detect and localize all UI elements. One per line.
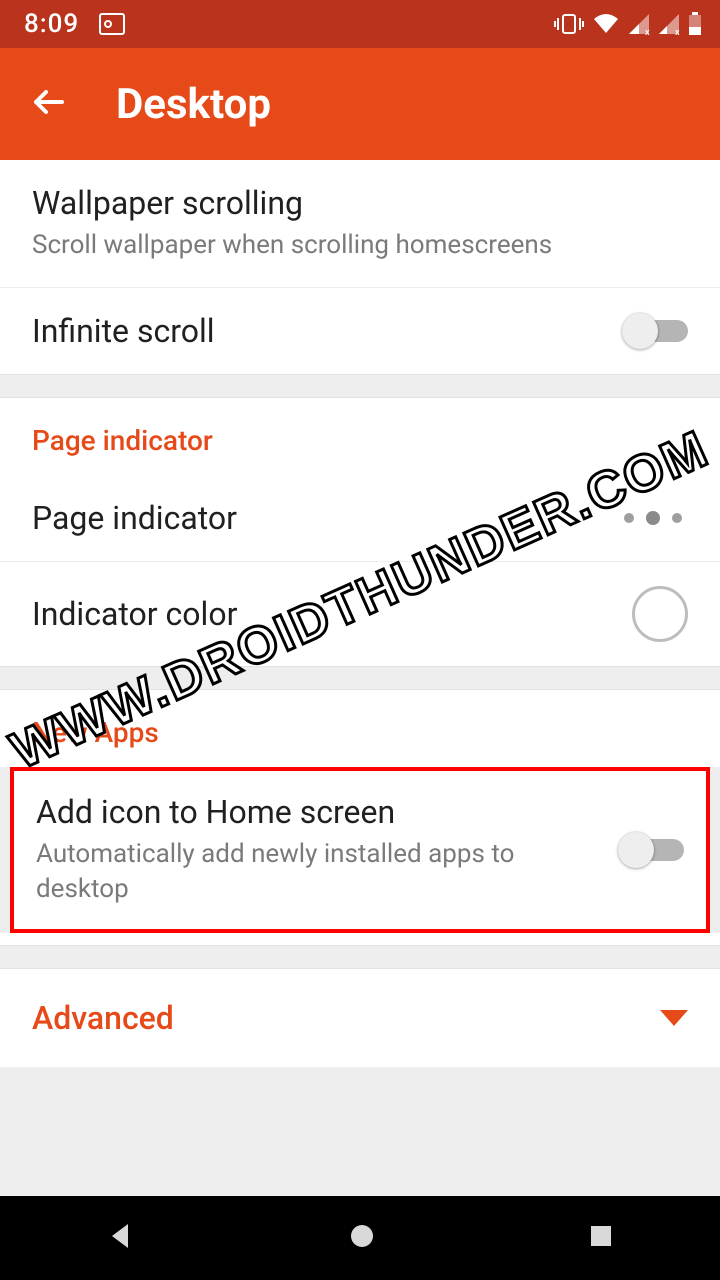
status-bar-left: 8:09 <box>24 9 125 39</box>
page-title: Desktop <box>116 80 271 129</box>
add-icon-label: Add icon to Home screen <box>36 793 598 831</box>
status-bar: 8:09 x x <box>0 0 720 48</box>
add-icon-toggle[interactable] <box>618 832 684 868</box>
row-wallpaper-scrolling[interactable]: Wallpaper scrolling Scroll wallpaper whe… <box>0 160 720 288</box>
section-scrolling: Wallpaper scrolling Scroll wallpaper whe… <box>0 160 720 374</box>
page-indicator-label: Page indicator <box>32 499 604 537</box>
nav-recent-icon <box>588 1223 614 1249</box>
svg-text:x: x <box>645 28 650 35</box>
section-gap-3 <box>0 945 720 969</box>
nav-recent-button[interactable] <box>588 1223 614 1253</box>
arrow-back-icon <box>28 82 68 122</box>
app-bar: Desktop <box>0 48 720 160</box>
highlight-add-icon: Add icon to Home screen Automatically ad… <box>10 767 710 933</box>
new-apps-header: New Apps <box>0 690 720 767</box>
section-page-indicator: Page indicator Page indicator Indicator … <box>0 398 720 666</box>
status-clock: 8:09 <box>24 9 79 39</box>
infinite-scroll-label: Infinite scroll <box>32 312 602 350</box>
navigation-bar <box>0 1196 720 1280</box>
row-page-indicator[interactable]: Page indicator <box>0 475 720 562</box>
row-advanced[interactable]: Advanced <box>0 969 720 1067</box>
row-infinite-scroll[interactable]: Infinite scroll <box>0 288 720 374</box>
chevron-down-icon <box>660 1010 688 1026</box>
nav-back-icon <box>106 1221 136 1251</box>
signal-1-icon: x <box>628 13 650 35</box>
battery-icon <box>688 12 702 36</box>
wallpaper-scrolling-sub: Scroll wallpaper when scrolling homescre… <box>32 228 668 263</box>
back-button[interactable] <box>24 70 92 138</box>
infinite-scroll-toggle[interactable] <box>622 313 688 349</box>
section-gap-2 <box>0 666 720 690</box>
vibrate-icon <box>554 13 584 35</box>
nav-back-button[interactable] <box>106 1221 136 1255</box>
wallpaper-scrolling-label: Wallpaper scrolling <box>32 184 668 222</box>
row-add-icon-home[interactable]: Add icon to Home screen Automatically ad… <box>14 771 706 929</box>
section-gap <box>0 374 720 398</box>
camera-icon <box>99 13 125 35</box>
svg-text:x: x <box>675 28 680 35</box>
indicator-color-swatch <box>632 586 688 642</box>
page-indicator-header: Page indicator <box>0 398 720 475</box>
wifi-icon <box>592 13 620 35</box>
section-new-apps: New Apps <box>0 690 720 767</box>
advanced-label: Advanced <box>32 999 174 1037</box>
section-pad <box>0 933 720 945</box>
add-icon-sub: Automatically add newly installed apps t… <box>36 837 598 907</box>
indicator-color-label: Indicator color <box>32 595 612 633</box>
row-indicator-color[interactable]: Indicator color <box>0 562 720 666</box>
nav-home-icon <box>348 1222 376 1250</box>
nav-home-button[interactable] <box>348 1222 376 1254</box>
status-bar-right: x x <box>554 12 702 36</box>
signal-2-icon: x <box>658 13 680 35</box>
page-indicator-preview-icon <box>624 511 688 525</box>
